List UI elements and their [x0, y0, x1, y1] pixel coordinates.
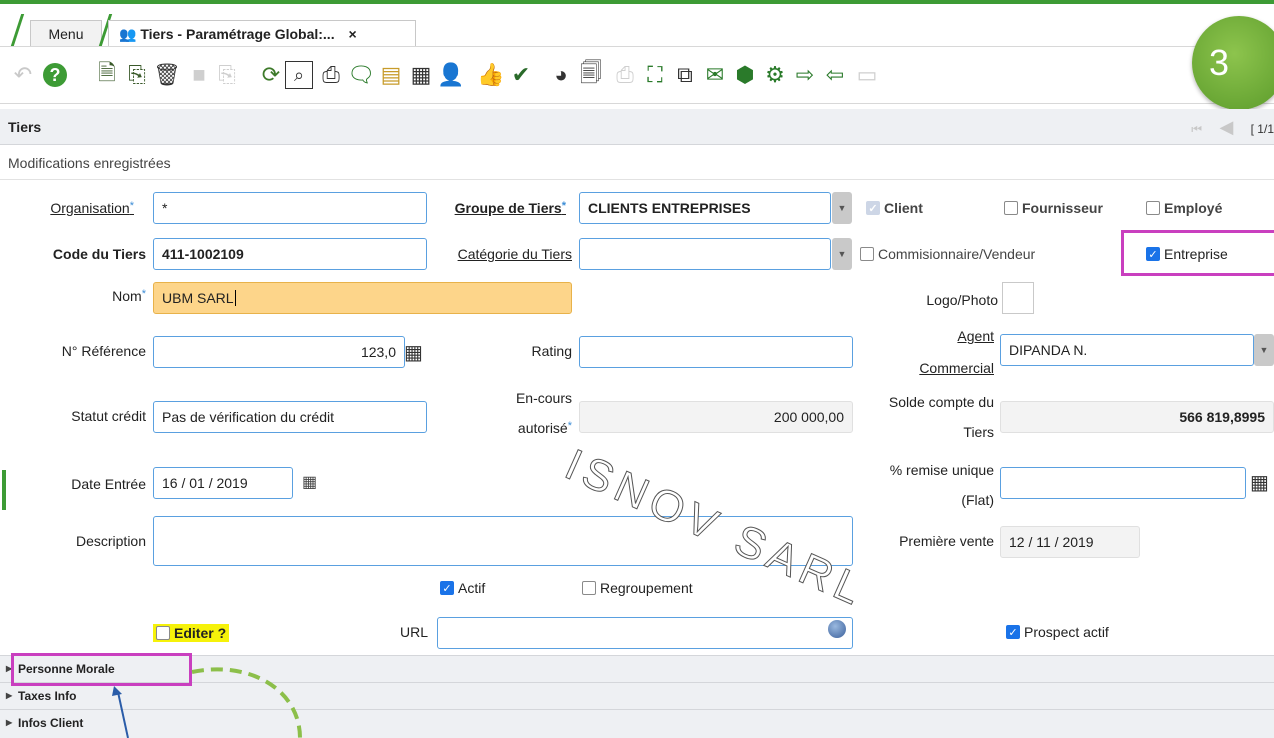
annotation-arrows: [2, 470, 302, 738]
left-edge-marker: [2, 470, 6, 510]
dashed-arrow: [191, 667, 302, 738]
arrow-head: [112, 686, 122, 696]
pointer-arrow: [117, 691, 129, 738]
